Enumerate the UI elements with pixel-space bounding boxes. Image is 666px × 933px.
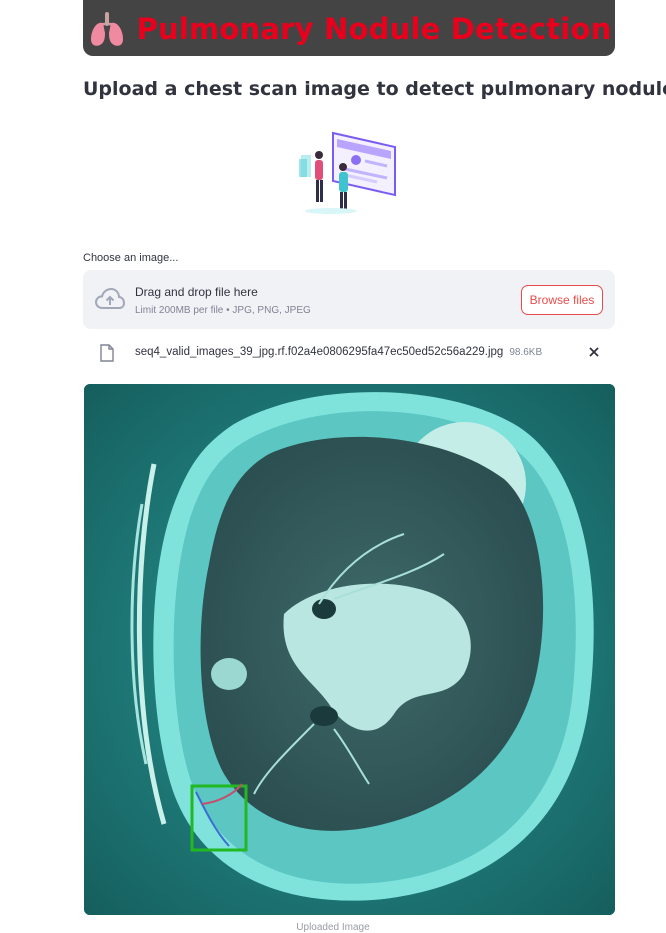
lungs-icon: [90, 12, 123, 46]
doctors-screen-illustration: [299, 131, 396, 214]
cloud-upload-icon: [95, 288, 125, 309]
browse-files-button[interactable]: Browse files: [521, 285, 603, 315]
uploaded-file-size: 98.6KB: [509, 347, 543, 358]
close-icon[interactable]: [587, 345, 601, 359]
file-icon: [100, 344, 114, 362]
uploader-label: Choose an image...: [83, 252, 179, 264]
page-title: Pulmonary Nodule Detection: [136, 11, 612, 46]
dropzone-limit-text: Limit 200MB per file • JPG, PNG, JPEG: [135, 305, 311, 316]
uploaded-file-row: seq4_valid_images_39_jpg.rf.f02a4e080629…: [83, 338, 615, 368]
header-banner: Pulmonary Nodule Detection: [83, 0, 615, 56]
uploaded-scan-image: [84, 384, 615, 915]
app-page: Pulmonary Nodule Detection Upload a ches…: [0, 0, 666, 933]
file-dropzone[interactable]: Drag and drop file here Limit 200MB per …: [83, 270, 615, 329]
image-caption: Uploaded Image: [296, 922, 370, 933]
uploaded-file-name: seq4_valid_images_39_jpg.rf.f02a4e080629…: [135, 346, 504, 358]
page-subtitle: Upload a chest scan image to detect pulm…: [83, 78, 666, 100]
dropzone-instructions: Drag and drop file here: [135, 285, 258, 299]
